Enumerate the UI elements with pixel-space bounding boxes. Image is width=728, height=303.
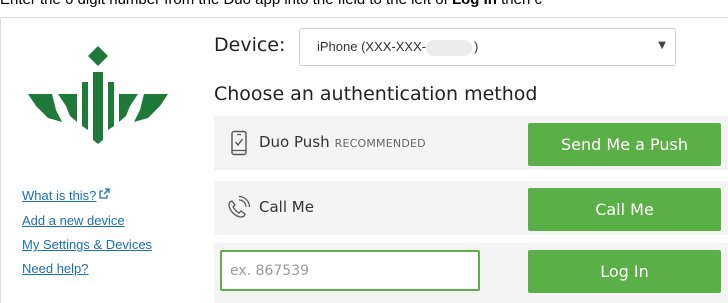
auth-method-heading: Choose an authentication method [214, 83, 538, 105]
redacted-number [426, 40, 472, 56]
send-push-button[interactable]: Send Me a Push [528, 123, 721, 166]
call-label: Call Me [259, 198, 314, 216]
recommended-badge: RECOMMENDED [334, 137, 426, 150]
passcode-input[interactable] [220, 250, 480, 291]
phone-check-icon [231, 130, 247, 156]
instruction-bold: Log In [452, 0, 497, 8]
call-row: Call Me Call Me [214, 181, 728, 235]
my-settings-link[interactable]: My Settings & Devices [22, 237, 152, 252]
what-is-this-link[interactable]: What is this? [22, 188, 111, 203]
instruction-text: Enter the 6 digit number from the Duo ap… [0, 0, 728, 13]
device-select-value: iPhone (XXX-XXX- [317, 39, 427, 54]
device-select-suffix: ) [474, 39, 479, 54]
passcode-row: Log In [214, 243, 728, 303]
university-logo [28, 46, 168, 144]
log-in-button[interactable]: Log In [528, 250, 721, 293]
chevron-down-icon: ▼ [658, 40, 666, 51]
add-device-link[interactable]: Add a new device [22, 213, 125, 228]
call-me-button[interactable]: Call Me [528, 188, 721, 231]
device-label: Device: [214, 34, 286, 56]
need-help-link[interactable]: Need help? [22, 261, 89, 276]
external-link-icon [99, 188, 111, 199]
phone-call-icon [228, 195, 251, 218]
push-row: Duo Push RECOMMENDED Send Me a Push [214, 116, 728, 170]
device-select[interactable]: iPhone (XXX-XXX- ) ▼ [299, 28, 676, 66]
push-label: Duo Push RECOMMENDED [259, 133, 426, 151]
